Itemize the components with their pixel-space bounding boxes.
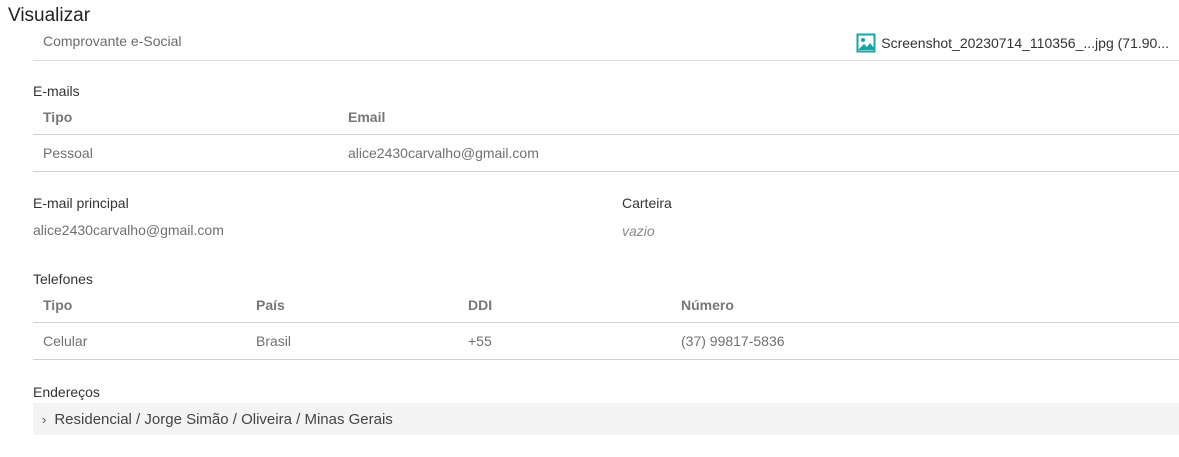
column-header-numero: Número (671, 288, 1179, 323)
carteira-label: Carteira (622, 195, 672, 211)
telefone-tipo-cell: Celular (33, 322, 246, 360)
table-header-row: Tipo Email (33, 100, 1179, 135)
chevron-right-icon: › (42, 411, 47, 427)
emails-section-label: E-mails (33, 83, 80, 99)
page-title: Visualizar (8, 5, 91, 26)
table-row: Pessoal alice2430carvalho@gmail.com (33, 134, 1179, 172)
column-header-ddi: DDI (458, 288, 671, 323)
telefones-section-label: Telefones (33, 271, 93, 287)
document-file-name[interactable]: Screenshot_20230714_110356_...jpg (71.90… (881, 35, 1169, 51)
carteira-value: vazio (622, 223, 655, 239)
telefone-ddi-cell: +55 (458, 322, 671, 360)
email-tipo-cell: Pessoal (33, 134, 338, 172)
enderecos-section-label: Endereços (33, 384, 100, 400)
email-address-cell: alice2430carvalho@gmail.com (338, 134, 1179, 172)
emails-table: Tipo Email Pessoal alice2430carvalho@gma… (33, 100, 1179, 172)
email-principal-value: alice2430carvalho@gmail.com (33, 222, 224, 238)
address-item-label: Residencial / Jorge Simão / Oliveira / M… (54, 410, 393, 428)
email-principal-label: E-mail principal (33, 195, 129, 211)
table-header-row: Tipo País DDI Número (33, 288, 1179, 323)
column-header-pais: País (246, 288, 458, 323)
telefone-pais-cell: Brasil (246, 322, 458, 360)
telefones-table: Tipo País DDI Número Celular Brasil +55 … (33, 288, 1179, 360)
column-header-tipo: Tipo (33, 288, 246, 323)
telefone-numero-cell: (37) 99817-5836 (671, 322, 1179, 360)
column-header-tipo: Tipo (33, 100, 338, 135)
address-item[interactable]: › Residencial / Jorge Simão / Oliveira /… (33, 403, 1179, 435)
document-row: Comprovante e-Social Screenshot_20230714… (33, 27, 1179, 61)
image-file-icon (856, 33, 876, 53)
table-row: Celular Brasil +55 (37) 99817-5836 (33, 322, 1179, 360)
document-file-link[interactable]: Screenshot_20230714_110356_...jpg (71.90… (856, 33, 1169, 53)
document-label: Comprovante e-Social (43, 33, 182, 49)
column-header-email: Email (338, 100, 1179, 135)
